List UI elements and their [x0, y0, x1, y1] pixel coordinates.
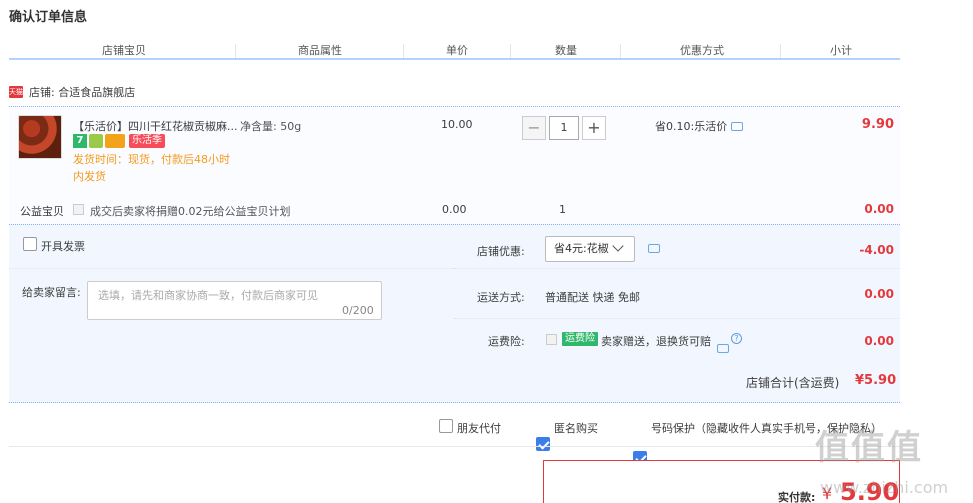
divider — [9, 446, 900, 447]
invoice-label[interactable]: 开具发票 — [41, 238, 85, 254]
header-separator — [235, 44, 236, 58]
credit-card-icon[interactable] — [105, 134, 125, 148]
promotion-text: 省0.10:乐活价 — [655, 120, 728, 133]
product-thumbnail[interactable] — [18, 115, 62, 159]
guarantee-icon[interactable] — [89, 134, 103, 148]
anonymous-label[interactable]: 匿名购买 — [554, 420, 598, 436]
shipping-time-note: 发货时间：现货，付款后48小时内发货 — [73, 153, 230, 183]
page-title: 确认订单信息 — [9, 10, 88, 25]
memo-label: 给卖家留言: — [22, 286, 81, 299]
insurance-checkbox — [546, 334, 557, 345]
watermark-url: www.zhizhi.com — [820, 478, 949, 497]
header-separator — [510, 44, 511, 58]
unit-price: 10.00 — [441, 118, 473, 131]
quantity-input[interactable]: 1 — [549, 116, 579, 140]
product-property: 净含量: 50g — [240, 120, 302, 133]
friend-pay-label[interactable]: 朋友代付 — [457, 420, 501, 436]
header-divider — [9, 58, 900, 60]
column-header-quantity: 数量 — [555, 44, 577, 57]
item-subtotal: 9.90 — [861, 117, 894, 132]
column-header-subtotal: 小计 — [830, 44, 852, 57]
column-header-attributes: 商品属性 — [298, 44, 342, 57]
product-name-link[interactable]: 【乐活价】四川干红花椒贡椒麻... — [73, 118, 238, 134]
memo-placeholder: 选填，请先和商家协商一致，付款后商家可见 — [98, 289, 318, 302]
charity-checkbox — [73, 204, 84, 215]
shop-discount-value: -4.00 — [859, 243, 894, 257]
promotion: 省0.10:乐活价 — [655, 118, 744, 134]
divider — [454, 268, 900, 269]
charity-total: 0.00 — [864, 202, 894, 216]
column-header-shop-item: 店铺宝贝 — [102, 44, 146, 57]
column-header-discount: 优惠方式 — [680, 44, 724, 57]
shipping-value: 0.00 — [864, 287, 894, 301]
header-separator — [780, 44, 781, 58]
shop-total-label: 店铺合计(含运费) — [746, 376, 840, 390]
comment-icon[interactable] — [731, 121, 744, 131]
charity-text: 成交后卖家将捐赠0.02元给公益宝贝计划 — [90, 205, 291, 218]
comment-icon[interactable] — [717, 344, 729, 353]
payment-label: 实付款: — [778, 491, 816, 503]
shipping-method: 普通配送 快递 免邮 — [545, 291, 640, 304]
column-header-unit-price: 单价 — [446, 44, 468, 57]
invoice-checkbox[interactable] — [23, 237, 37, 251]
seven-day-return-icon[interactable]: 7 — [73, 134, 87, 148]
quantity-decrease-button[interactable]: − — [522, 116, 546, 140]
event-badge: 乐活季 — [129, 134, 165, 148]
help-icon[interactable]: ? — [731, 333, 742, 344]
header-separator — [620, 44, 621, 58]
divider — [454, 318, 900, 319]
shop-discount-label: 店铺优惠: — [477, 245, 525, 258]
comment-icon[interactable] — [648, 244, 660, 253]
shop-row: 天猫 店铺: 合适食品旗舰店 — [9, 84, 135, 100]
shop-discount-select[interactable]: 省4元:花椒 — [545, 236, 635, 262]
charity-label: 公益宝贝 — [20, 205, 64, 218]
shop-name[interactable]: 店铺: 合适食品旗舰店 — [29, 84, 135, 100]
tmall-badge-icon: 天猫 — [9, 86, 23, 98]
divider — [9, 268, 454, 269]
memo-char-count: 0/200 — [342, 304, 374, 317]
header-separator — [403, 44, 404, 58]
insurance-label: 运费险: — [488, 335, 525, 348]
quantity-increase-button[interactable]: + — [582, 116, 606, 140]
charity-price: 0.00 — [442, 203, 467, 216]
anonymous-checkbox[interactable] — [536, 437, 550, 451]
charity-quantity: 1 — [559, 203, 566, 216]
shop-total-value: ¥5.90 — [855, 373, 897, 388]
insurance-text: 卖家赠送，退换货可赔 — [601, 335, 711, 348]
insurance-badge: 运费险 — [562, 332, 598, 346]
shipping-label: 运送方式: — [477, 291, 525, 304]
quantity-stepper: − 1 + — [522, 116, 606, 140]
watermark-logo: 值值值 — [815, 428, 923, 468]
insurance-value: 0.00 — [864, 334, 894, 348]
service-badges: 7 乐活季 — [73, 134, 165, 148]
friend-pay-checkbox[interactable] — [439, 419, 453, 433]
